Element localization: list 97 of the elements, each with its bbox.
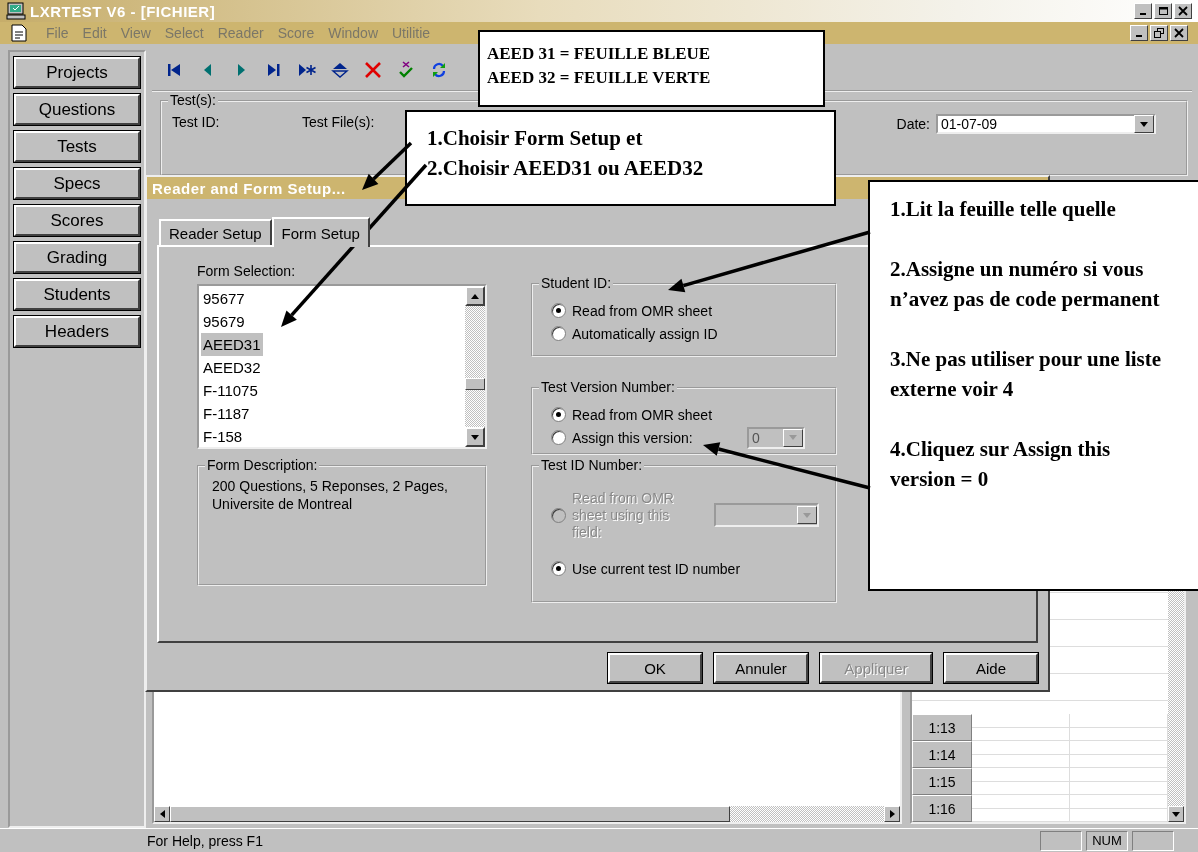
date-dropdown[interactable]: 01-07-09 [936, 114, 1156, 134]
sidebar-button[interactable]: Projects [14, 57, 140, 88]
document-icon [10, 24, 28, 42]
up-down-icon[interactable] [331, 61, 349, 79]
num-lock-indicator: NUM [1086, 830, 1128, 851]
callout-text: 1.Choisir Form Setup et [427, 125, 644, 152]
callout-text: AEED 32 = FEUILLE VERTE [487, 67, 712, 89]
dialog-button[interactable]: Aide [944, 653, 1038, 683]
computer-icon [6, 2, 26, 20]
scroll-thumb[interactable] [465, 378, 485, 390]
tab[interactable]: Form Setup [271, 217, 370, 247]
sidebar-button[interactable]: Specs [14, 168, 140, 199]
group-label: Test Version Number: [539, 379, 677, 395]
field-label: Test ID: [172, 114, 221, 130]
sidebar-button[interactable]: Scores [14, 205, 140, 236]
down-triangle-icon [471, 434, 479, 440]
option-label[interactable]: Read from OMR sheet [572, 302, 713, 319]
dialog-button[interactable]: OK [608, 653, 702, 683]
form-list[interactable]: 95677 95679 AEED31 AEED32 F-11075 F-1187 F-158 [197, 284, 487, 449]
dialog-button[interactable]: Annuler [714, 653, 808, 683]
up-triangle-icon [471, 293, 479, 299]
sidebar-button[interactable]: Tests [14, 131, 140, 162]
window-title: LXRTEST V6 - [FICHIER] [30, 2, 217, 20]
radio-button[interactable] [551, 561, 566, 576]
maximize-button[interactable] [1154, 3, 1172, 19]
scroll-thumb[interactable] [170, 806, 730, 822]
field-label: Form Selection: [197, 263, 297, 279]
callout-text: 3.Ne pas utiliser pour une liste externe voir 4 [890, 346, 1163, 403]
scroll-right-button[interactable] [884, 806, 900, 822]
status-panel [1132, 830, 1174, 851]
row-header: 1:14 [912, 741, 972, 768]
row-header: 1:16 [912, 795, 972, 822]
list-item[interactable]: 95679 [201, 310, 247, 333]
right-triangle-icon [889, 810, 895, 818]
group-label: Student ID: [539, 275, 614, 291]
close-button[interactable] [1174, 3, 1192, 19]
dropdown-arrow-icon [803, 512, 811, 518]
sidebar-button[interactable]: Students [14, 279, 140, 310]
scroll-up-button[interactable] [465, 286, 485, 306]
tab[interactable]: Reader Setup [159, 219, 272, 245]
radio-button[interactable] [551, 326, 566, 341]
minimize-icon [1136, 35, 1142, 37]
left-triangle-icon [159, 810, 165, 818]
row-header: 1:13 [912, 714, 972, 741]
callout-text: AEED 31 = FEUILLE BLEUE [487, 43, 712, 65]
maximize-icon [1158, 6, 1168, 16]
callout-text: 2.Assigne un numéro si vous n’avez pas de code permanent [890, 256, 1161, 313]
option-label[interactable]: Use current test ID number [572, 560, 741, 577]
dropdown-arrow-icon [789, 435, 797, 440]
radio-button[interactable] [551, 430, 566, 445]
horizontal-scrollbar[interactable] [154, 806, 900, 822]
group-label: Test ID Number: [539, 457, 645, 473]
description-text: 200 Questions, 5 Reponses, 2 Pages, Universite de Montreal [212, 478, 448, 512]
minimize-icon [1140, 13, 1146, 15]
row-header: 1:15 [912, 768, 972, 795]
version-dropdown[interactable]: 0 [747, 426, 805, 449]
list-item[interactable]: F-1187 [201, 402, 252, 425]
option-label[interactable]: Read from OMR sheet [572, 406, 713, 423]
status-panel [1040, 830, 1082, 851]
list-item[interactable]: F-158 [201, 425, 245, 448]
radio-button[interactable] [551, 303, 566, 318]
dropdown-arrow-icon [1140, 121, 1148, 127]
vertical-scrollbar[interactable] [465, 286, 485, 447]
group-label: Form Description: [205, 457, 320, 473]
minimize-button[interactable] [1130, 25, 1148, 41]
list-item[interactable]: AEED32 [201, 356, 263, 379]
sidebar-button[interactable]: Questions [14, 94, 140, 125]
close-button[interactable] [1170, 25, 1188, 41]
sidebar-button[interactable]: Grading [14, 242, 140, 273]
callout-text: 4.Cliquez sur Assign this version = 0 [890, 436, 1112, 493]
scroll-left-button[interactable] [154, 806, 170, 822]
refresh-icon[interactable] [430, 61, 448, 79]
down-triangle-icon [1172, 811, 1180, 817]
option-label[interactable]: Automatically assign ID [572, 325, 718, 342]
status-text: For Help, press F1 [147, 832, 264, 849]
close-icon [1174, 28, 1184, 38]
scroll-down-button[interactable] [1168, 806, 1184, 822]
list-item[interactable]: AEED31 [201, 333, 263, 356]
field-dropdown[interactable] [714, 503, 819, 527]
new-record-icon[interactable] [298, 61, 316, 79]
radio-button[interactable] [551, 407, 566, 422]
group-label: Test(s): [168, 92, 218, 108]
field-label: Test File(s): [302, 114, 376, 130]
list-item[interactable]: 95677 [201, 287, 247, 310]
last-record-icon[interactable] [265, 61, 283, 79]
restore-button[interactable] [1150, 25, 1168, 41]
scroll-down-button[interactable] [465, 427, 485, 447]
list-item[interactable]: F-11075 [201, 379, 260, 402]
callout-text: 1.Lit la feuille telle quelle [890, 196, 1117, 223]
check-icon[interactable] [397, 61, 415, 79]
sidebar-button[interactable]: Headers [14, 316, 140, 347]
restore-icon [1154, 28, 1164, 38]
field-label: Date: [896, 116, 930, 132]
option-label[interactable]: Assign this version: [572, 429, 693, 446]
delete-icon[interactable] [364, 61, 382, 79]
close-icon [1178, 6, 1188, 16]
minimize-button[interactable] [1134, 3, 1152, 19]
